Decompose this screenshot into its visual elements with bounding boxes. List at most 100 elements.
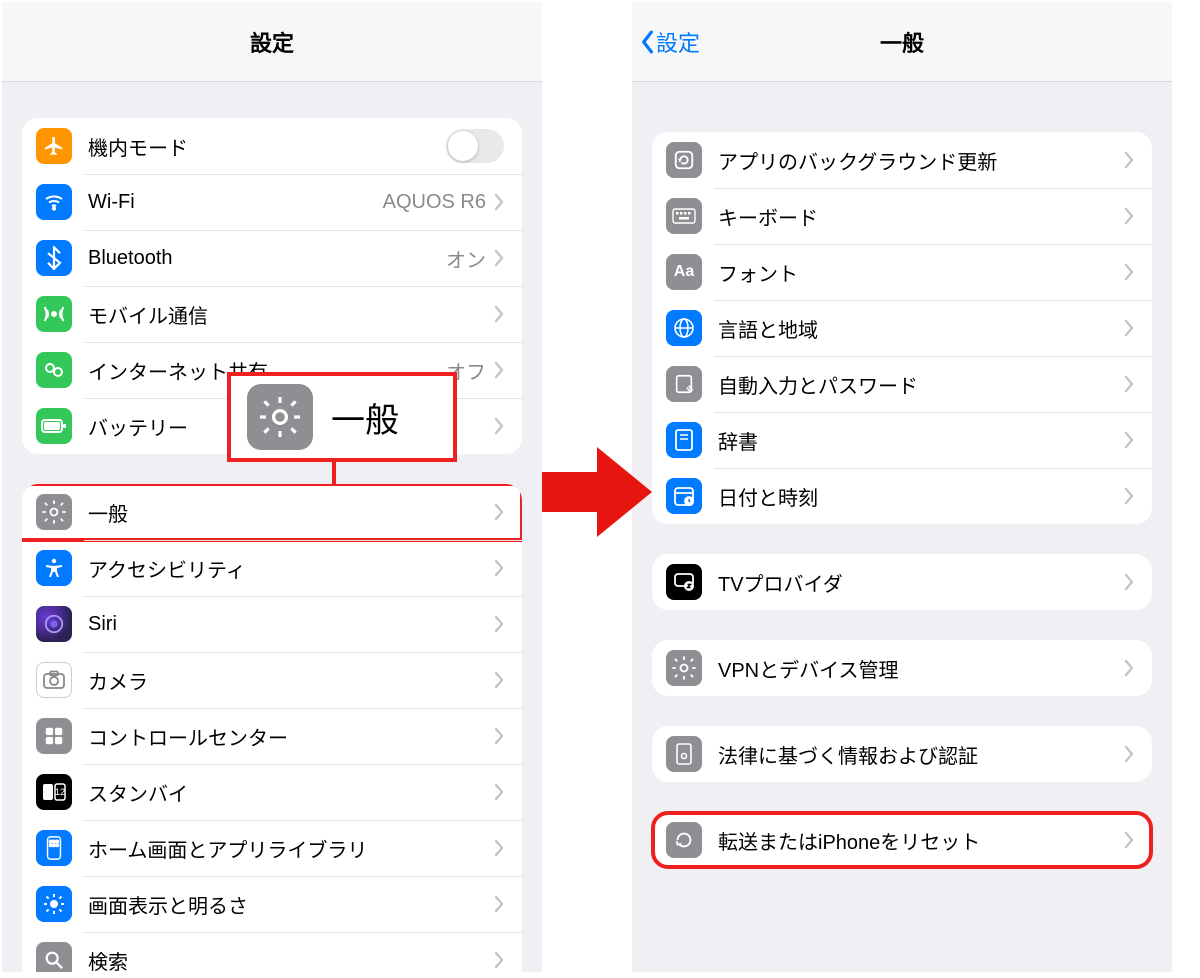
chevron-right-icon (494, 249, 504, 267)
chevron-right-icon (494, 361, 504, 379)
chevron-right-icon (1124, 207, 1134, 225)
control-center-icon (36, 718, 72, 754)
list-row-control-center[interactable]: コントロールセンター (22, 708, 522, 764)
list-row-keyboard[interactable]: キーボード (652, 188, 1152, 244)
header: 設定 一般 (632, 2, 1172, 82)
row-label: 画面表示と明るさ (88, 890, 494, 919)
chevron-right-icon (494, 783, 504, 801)
svg-text:12: 12 (55, 787, 65, 797)
chevron-right-icon (494, 559, 504, 577)
chevron-right-icon (494, 727, 504, 745)
arrow-right-icon (542, 442, 652, 542)
chevron-right-icon (494, 671, 504, 689)
list-row-home[interactable]: ホーム画面とアプリライブラリ (22, 820, 522, 876)
refresh-icon (666, 142, 702, 178)
chevron-right-icon (1124, 431, 1134, 449)
chevron-right-icon (1124, 659, 1134, 677)
toggle[interactable] (446, 129, 504, 163)
airplane-icon (36, 128, 72, 164)
row-label: キーボード (718, 202, 1124, 231)
chevron-right-icon (494, 305, 504, 323)
chevron-right-icon (494, 503, 504, 521)
header: 設定 (2, 2, 542, 82)
list-row-datetime[interactable]: 日付と時刻 (652, 468, 1152, 524)
row-label: Bluetooth (88, 247, 446, 270)
row-label: 自動入力とパスワード (718, 370, 1124, 399)
settings-group-general: 一般アクセシビリティ Siri カメラコントロールセンター 12 スタンバイホーム画面と… (22, 484, 522, 972)
hotspot-icon (36, 352, 72, 388)
row-label: 転送またはiPhoneをリセット (718, 826, 1124, 855)
list-row-display[interactable]: 画面表示と明るさ (22, 876, 522, 932)
row-label: 法律に基づく情報および認証 (718, 740, 1124, 769)
chevron-right-icon (494, 895, 504, 913)
general-content: アプリのバックグラウンド更新キーボード Aaフォント言語と地域自動入力とパスワード… (632, 82, 1172, 868)
list-row-reset[interactable]: 転送またはiPhoneをリセット (652, 812, 1152, 868)
list-row-gear[interactable]: 一般 (22, 484, 522, 540)
row-value: オン (446, 244, 486, 273)
fonts-icon: Aa (666, 254, 702, 290)
home-icon (36, 830, 72, 866)
row-label: ホーム画面とアプリライブラリ (88, 834, 494, 863)
list-row-airplane[interactable]: 機内モード (22, 118, 522, 174)
row-label: 辞書 (718, 426, 1124, 455)
row-label: TVプロバイダ (718, 568, 1124, 597)
chevron-right-icon (494, 615, 504, 633)
row-label: VPNとデバイス管理 (718, 654, 1124, 683)
callout-stem (332, 462, 336, 484)
chevron-right-icon (1124, 573, 1134, 591)
list-row-search[interactable]: 検索 (22, 932, 522, 972)
gear-icon (247, 384, 313, 450)
list-row-camera[interactable]: カメラ (22, 652, 522, 708)
settings-content: 機内モードWi-FiAQUOS R6Bluetoothオンモバイル通信インターネ… (2, 82, 542, 972)
keyboard-icon (666, 198, 702, 234)
row-label: 一般 (88, 498, 494, 527)
list-row-vpn[interactable]: VPNとデバイス管理 (652, 640, 1152, 696)
list-row-bluetooth[interactable]: Bluetoothオン (22, 230, 522, 286)
list-row-wifi[interactable]: Wi-FiAQUOS R6 (22, 174, 522, 230)
globe-icon (666, 310, 702, 346)
list-row-standby[interactable]: 12 スタンバイ (22, 764, 522, 820)
battery-icon (36, 408, 72, 444)
antenna-icon (36, 296, 72, 332)
row-label: 機内モード (88, 132, 446, 161)
row-value: AQUOS R6 (383, 191, 486, 214)
general-screen: 設定 一般 アプリのバックグラウンド更新キーボード Aaフォント言語と地域自動入力… (632, 2, 1172, 972)
list-row-refresh[interactable]: アプリのバックグラウンド更新 (652, 132, 1152, 188)
general-group-2: TVプロバイダ (652, 554, 1152, 610)
page-title: 設定 (250, 26, 294, 58)
callout-general: 一般 (227, 372, 457, 462)
wifi-icon (36, 184, 72, 220)
list-row-antenna[interactable]: モバイル通信 (22, 286, 522, 342)
list-row-dictionary[interactable]: 辞書 (652, 412, 1152, 468)
row-label: アプリのバックグラウンド更新 (718, 146, 1124, 175)
list-row-legal[interactable]: 法律に基づく情報および認証 (652, 726, 1152, 782)
list-row-tv[interactable]: TVプロバイダ (652, 554, 1152, 610)
row-label: 言語と地域 (718, 314, 1124, 343)
general-group-5: 転送またはiPhoneをリセット (652, 812, 1152, 868)
search-icon (36, 942, 72, 972)
row-label: スタンバイ (88, 778, 494, 807)
list-row-globe[interactable]: 言語と地域 (652, 300, 1152, 356)
row-label: コントロールセンター (88, 722, 494, 751)
reset-icon (666, 822, 702, 858)
chevron-right-icon (1124, 831, 1134, 849)
chevron-right-icon (1124, 263, 1134, 281)
chevron-right-icon (1124, 151, 1134, 169)
camera-icon (36, 662, 72, 698)
callout-label: 一般 (331, 393, 399, 442)
row-label: アクセシビリティ (88, 554, 494, 583)
general-group-3: VPNとデバイス管理 (652, 640, 1152, 696)
display-icon (36, 886, 72, 922)
back-button[interactable]: 設定 (640, 2, 700, 81)
list-row-fonts[interactable]: Aaフォント (652, 244, 1152, 300)
dictionary-icon (666, 422, 702, 458)
chevron-right-icon (1124, 487, 1134, 505)
row-label: 検索 (88, 946, 494, 973)
list-row-siri[interactable]: Siri (22, 596, 522, 652)
row-label: カメラ (88, 666, 494, 695)
list-row-accessibility[interactable]: アクセシビリティ (22, 540, 522, 596)
chevron-right-icon (494, 193, 504, 211)
general-group-4: 法律に基づく情報および認証 (652, 726, 1152, 782)
accessibility-icon (36, 550, 72, 586)
list-row-autofill[interactable]: 自動入力とパスワード (652, 356, 1152, 412)
